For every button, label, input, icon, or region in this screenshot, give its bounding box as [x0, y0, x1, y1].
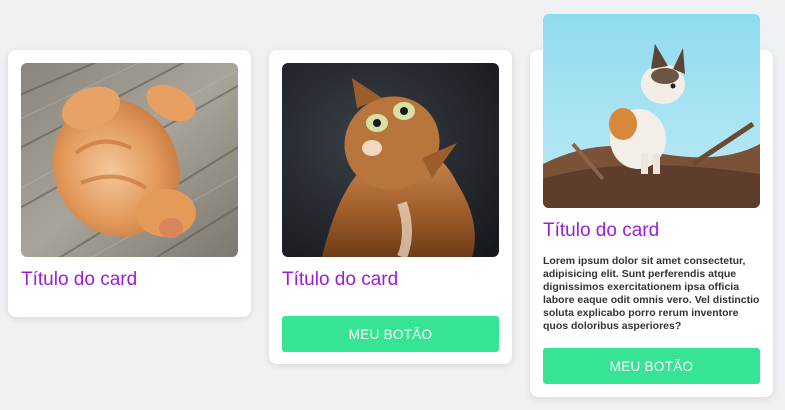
card-image-orange-cat: [21, 63, 238, 257]
card-image-ginger-cat: [282, 63, 499, 257]
card-1: Título do card: [8, 50, 251, 317]
card-image-calico-kitten: [543, 14, 760, 208]
card-title: Título do card: [543, 220, 660, 241]
card-button[interactable]: MEU BOTÃO: [543, 348, 760, 384]
card-title: Título do card: [21, 269, 138, 290]
card-button[interactable]: MEU BOTÃO: [282, 316, 499, 352]
card-title: Título do card: [282, 269, 399, 290]
card-3: Título do card Lorem ipsum dolor sit ame…: [530, 14, 773, 397]
card-text: Lorem ipsum dolor sit amet consectetur, …: [543, 255, 760, 332]
card-2: Título do card MEU BOTÃO: [269, 50, 512, 364]
